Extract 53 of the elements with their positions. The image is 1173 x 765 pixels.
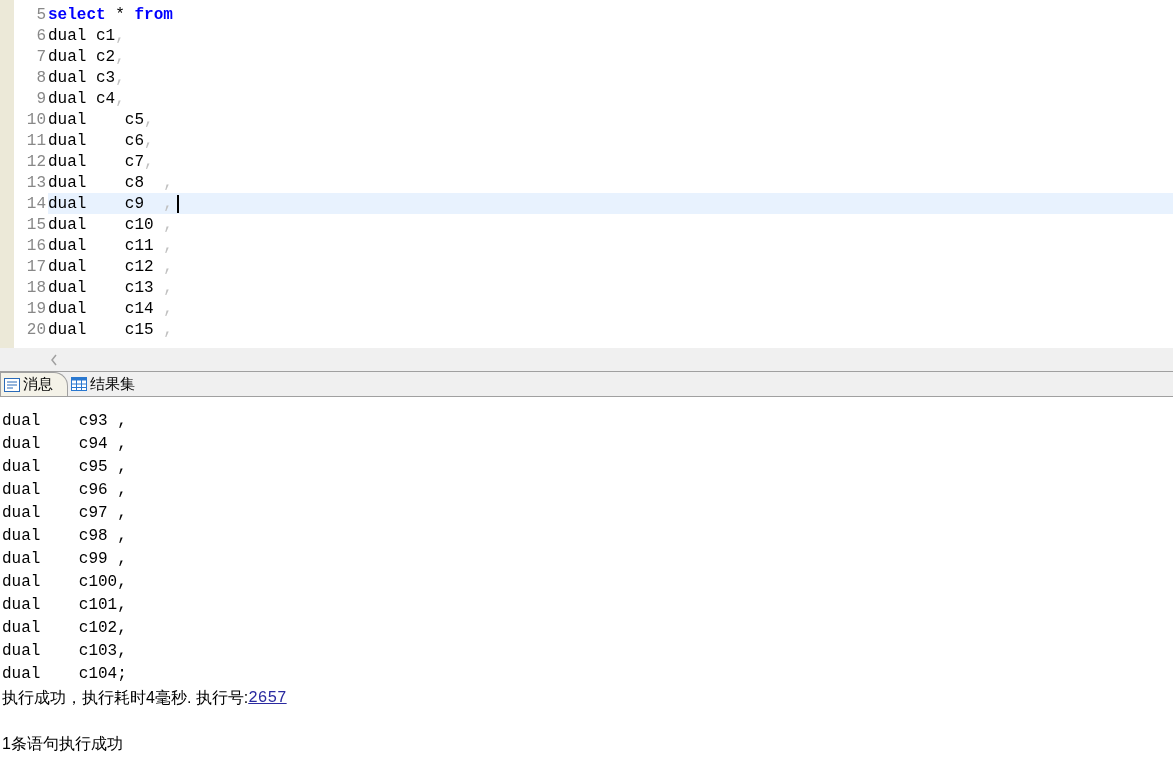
output-line: dual c95 , (2, 457, 127, 478)
line-number: 19 (25, 298, 46, 320)
output-line: dual c94 , (2, 434, 127, 455)
code-line: dual c14 , (48, 298, 174, 319)
status-message: 执行成功，执行耗时4毫秒. 执行号: (2, 687, 249, 708)
code-line: select * from (48, 4, 174, 25)
output-line: dual c96 , (2, 480, 127, 501)
code-line: dual c15 , (48, 319, 174, 340)
code-line: dual c5, (48, 109, 155, 130)
code-line: dual c6, (48, 130, 155, 151)
summary-message: 1条语句执行成功 (2, 733, 123, 754)
text-cursor (176, 194, 179, 213)
line-number: 14 (25, 193, 46, 215)
code-line: dual c13 , (48, 277, 174, 298)
code-line: dual c4, (48, 88, 126, 109)
line-number: 6 (35, 25, 46, 47)
line-number: 9 (35, 88, 46, 110)
code-line: dual c10 , (48, 214, 174, 235)
line-number: 20 (25, 319, 46, 341)
line-number: 15 (25, 214, 46, 236)
line-number: 8 (35, 67, 46, 89)
tab[interactable]: 结果集 (68, 372, 149, 396)
horizontal-scrollbar[interactable] (0, 348, 1173, 371)
line-number: 13 (25, 172, 46, 194)
tab[interactable]: 消息 (0, 372, 68, 396)
code-line: dual c7, (48, 151, 155, 172)
line-number: 12 (25, 151, 46, 173)
output-line: dual c104; (2, 664, 127, 685)
code-line: dual c1, (48, 25, 126, 46)
output-line: dual c98 , (2, 526, 127, 547)
line-number: 7 (35, 46, 46, 68)
line-number: 11 (25, 130, 46, 152)
message-icon (4, 377, 20, 392)
table-icon (71, 377, 87, 391)
output-line: dual c102, (2, 618, 127, 639)
output-line: dual c93 , (2, 411, 127, 432)
line-number: 18 (25, 277, 46, 299)
line-number: 17 (25, 256, 46, 278)
code-line: dual c12 , (48, 256, 174, 277)
output-line: dual c97 , (2, 503, 127, 524)
code-line: dual c11 , (48, 235, 174, 256)
line-number: 5 (35, 4, 46, 26)
output-line: dual c103, (2, 641, 127, 662)
code-line: dual c8 , (48, 172, 174, 193)
line-number: 10 (25, 109, 46, 131)
output-line: dual c99 , (2, 549, 127, 570)
output-line: dual c101, (2, 595, 127, 616)
code-line: dual c3, (48, 67, 126, 88)
output-line: dual c100, (2, 572, 127, 593)
line-number: 16 (25, 235, 46, 257)
execution-id-link[interactable]: 2657 (248, 685, 287, 710)
code-line: dual c2, (48, 46, 126, 67)
scroll-left-icon[interactable] (50, 353, 58, 366)
